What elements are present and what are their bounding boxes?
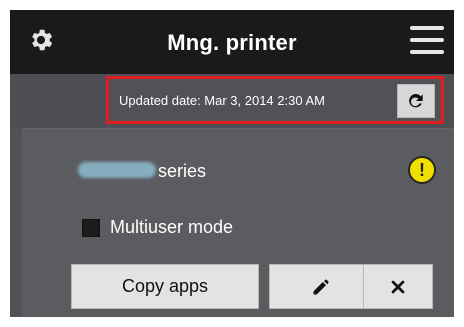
app-screen: Mng. printer Updated date: Mar 3, 2014 2… xyxy=(0,0,464,327)
screenshot-frame xyxy=(0,0,464,327)
